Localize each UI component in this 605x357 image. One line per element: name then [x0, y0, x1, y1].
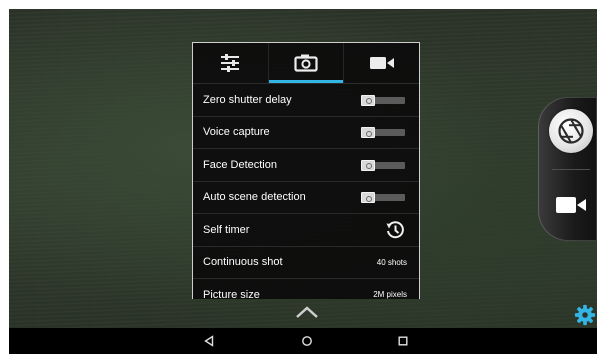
settings-list: Zero shutter delay Voice capture Face De… — [193, 84, 419, 299]
shutter-button[interactable] — [549, 109, 593, 153]
setting-row-continuous-shot[interactable]: Continuous shot 40 shots — [193, 247, 419, 279]
setting-label: Self timer — [203, 223, 250, 236]
setting-label: Auto scene detection — [203, 191, 306, 204]
nav-recents-button[interactable] — [383, 328, 423, 354]
setting-label: Voice capture — [203, 126, 270, 139]
setting-label: Picture size — [203, 288, 260, 299]
aperture-icon — [558, 118, 584, 144]
home-icon — [302, 336, 312, 346]
tab-general-settings[interactable] — [193, 43, 269, 83]
recents-icon — [398, 336, 408, 346]
auto-scene-detection-switch[interactable] — [361, 192, 407, 204]
setting-value: 40 shots — [376, 257, 407, 267]
setting-row-face-detection[interactable]: Face Detection — [193, 149, 419, 182]
setting-label: Continuous shot — [203, 256, 283, 269]
face-detection-switch[interactable] — [361, 159, 407, 171]
voice-capture-switch[interactable] — [361, 127, 407, 139]
tab-video-settings[interactable] — [344, 43, 419, 83]
settings-tabs — [193, 43, 419, 83]
video-camera-icon — [369, 57, 394, 69]
nav-home-button[interactable] — [287, 328, 327, 354]
camera-viewfinder: Zero shutter delay Voice capture Face De… — [9, 9, 597, 354]
gear-icon[interactable] — [574, 304, 596, 326]
setting-value: 2M pixels — [373, 290, 407, 299]
zero-shutter-delay-switch[interactable] — [361, 94, 407, 106]
setting-label: Zero shutter delay — [203, 93, 292, 106]
timer-icon[interactable] — [385, 220, 405, 240]
tab-camera-settings[interactable] — [268, 43, 345, 83]
switch-thumb — [361, 94, 375, 106]
camera-settings-panel: Zero shutter delay Voice capture Face De… — [192, 42, 420, 299]
camera-icon — [294, 54, 318, 72]
sliders-icon — [221, 54, 240, 72]
setting-row-auto-scene-detection[interactable]: Auto scene detection — [193, 182, 419, 214]
switch-thumb — [361, 127, 375, 139]
capsule-divider — [552, 169, 590, 170]
switch-thumb — [361, 159, 375, 171]
setting-row-voice-capture[interactable]: Voice capture — [193, 117, 419, 149]
setting-label: Face Detection — [203, 158, 277, 171]
video-mode-button[interactable] — [553, 193, 589, 217]
setting-row-self-timer[interactable]: Self timer — [193, 214, 419, 247]
setting-row-zero-shutter-delay[interactable]: Zero shutter delay — [193, 84, 419, 117]
nav-back-button[interactable] — [189, 328, 229, 354]
system-navigation-bar — [9, 328, 597, 354]
switch-thumb — [361, 192, 375, 204]
setting-row-picture-size[interactable]: Picture size 2M pixels — [193, 279, 419, 299]
back-icon — [204, 335, 214, 347]
video-camera-icon — [556, 197, 586, 213]
chevron-up-icon[interactable] — [294, 304, 320, 320]
